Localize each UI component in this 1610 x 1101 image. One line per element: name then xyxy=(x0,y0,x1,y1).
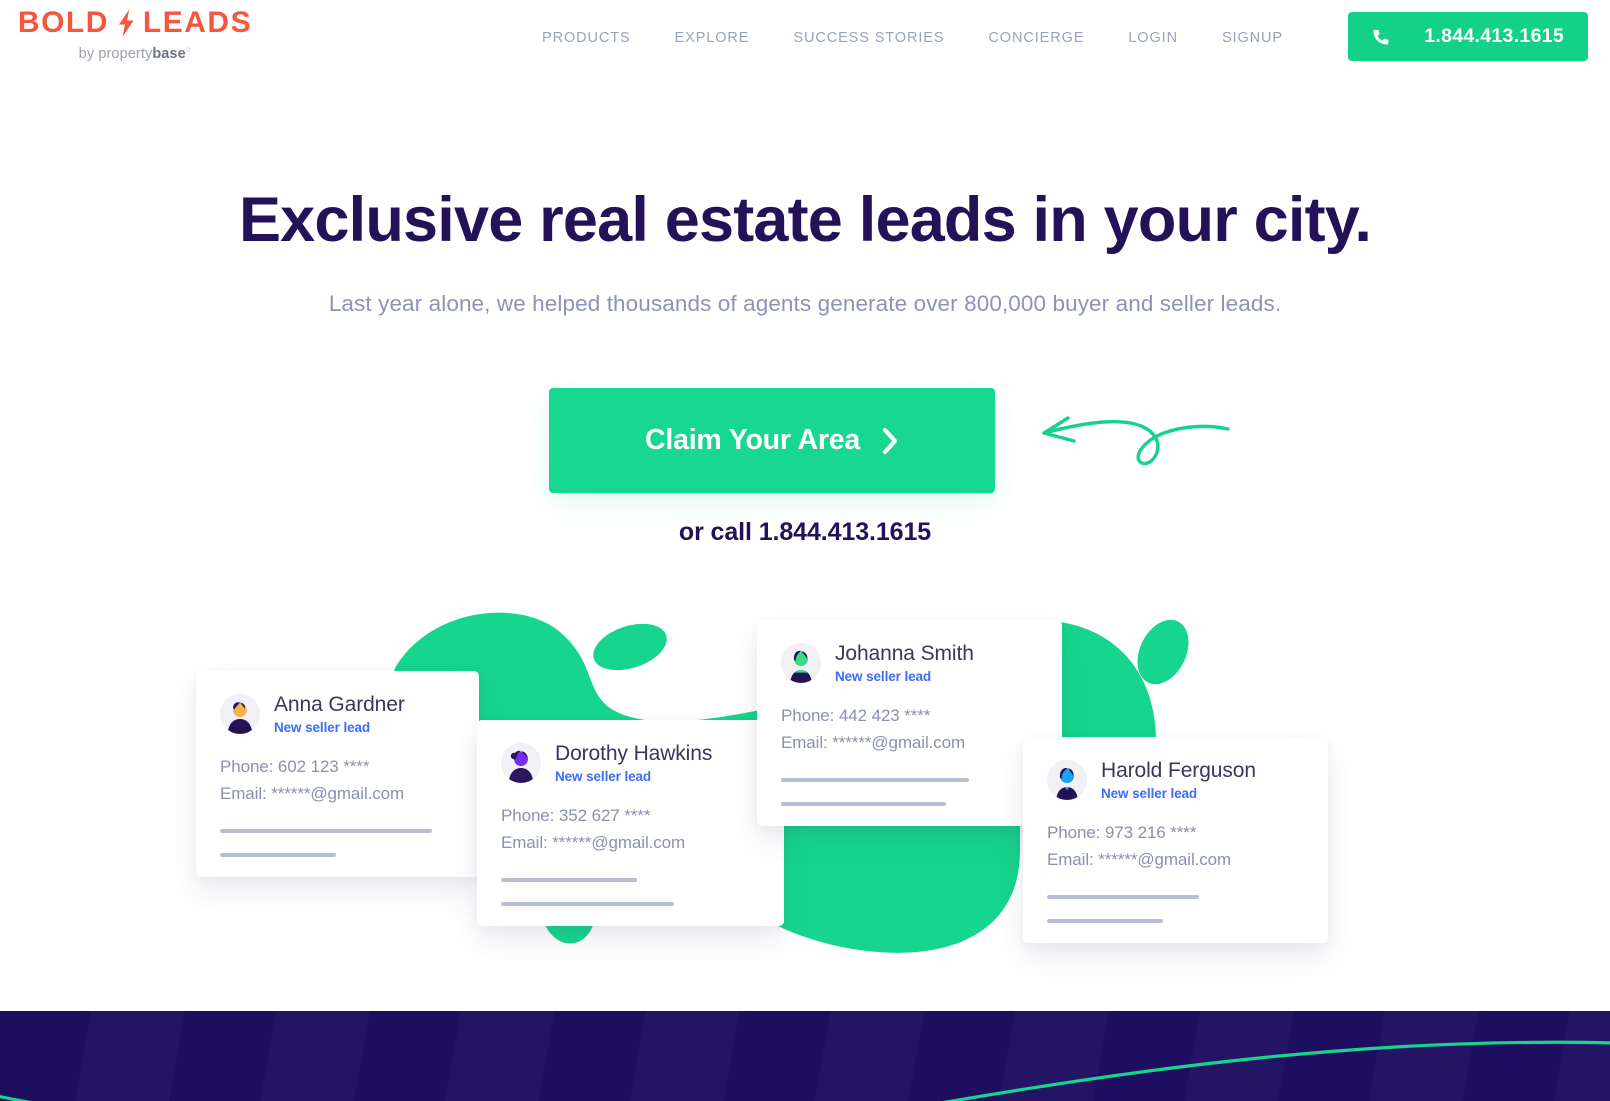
nav-item-explore[interactable]: EXPLORE xyxy=(653,26,772,50)
lead-card-body: Phone: 352 627 **** Email: ******@gmail.… xyxy=(501,806,760,853)
header-phone-number: 1.844.413.1615 xyxy=(1424,25,1564,47)
logo-tagline-bold: base xyxy=(152,45,186,62)
avatar-dorothy-icon xyxy=(501,743,541,784)
lead-card-body: Phone: 602 123 **** Email: ******@gmail.… xyxy=(220,757,455,804)
lead-card-placeholder-bars xyxy=(1047,895,1304,924)
nav-item-concierge[interactable]: CONCIERGE xyxy=(966,26,1106,50)
cta-label: Claim Your Area xyxy=(644,424,861,456)
placeholder-bar xyxy=(501,878,637,883)
curved-arrow-icon xyxy=(1030,385,1230,490)
lead-card-header: Johanna Smith New seller lead xyxy=(781,642,1038,684)
lead-card-header: Dorothy Hawkins New seller lead xyxy=(501,742,760,784)
lead-card-placeholder-bars xyxy=(501,878,760,907)
avatar-johanna-icon xyxy=(781,643,821,684)
lead-email: Email: ******@gmail.com xyxy=(781,733,966,753)
header-phone-button[interactable]: 1.844.413.1615 xyxy=(1348,12,1588,61)
lead-phone: Phone: 442 423 **** xyxy=(781,706,931,726)
or-call-prefix: or call xyxy=(678,518,759,546)
or-call-line: or call 1.844.413.1615 xyxy=(0,518,1610,547)
lead-card-identity: Harold Ferguson New seller lead xyxy=(1101,759,1256,801)
lead-card[interactable]: Anna Gardner New seller lead Phone: 602 … xyxy=(196,671,479,878)
lead-status-badge: New seller lead xyxy=(274,720,371,736)
placeholder-bar xyxy=(220,829,432,834)
main-navigation: PRODUCTS EXPLORE SUCCESS STORIES CONCIER… xyxy=(520,26,1305,50)
lead-status-badge: New seller lead xyxy=(1101,786,1198,802)
landing-page: BOLD LEADS by propertybase○ PRODUCTS EXP… xyxy=(0,0,1610,1101)
lead-name: Anna Gardner xyxy=(274,693,405,716)
lightning-bolt-icon xyxy=(117,9,135,37)
chevron-right-icon xyxy=(882,427,899,454)
lead-card[interactable]: Harold Ferguson New seller lead Phone: 9… xyxy=(1023,737,1328,944)
lead-card[interactable]: Johanna Smith New seller lead Phone: 442… xyxy=(757,620,1062,827)
site-header: BOLD LEADS by propertybase○ PRODUCTS EXP… xyxy=(0,0,1610,76)
placeholder-bar xyxy=(781,802,946,807)
lead-card[interactable]: Dorothy Hawkins New seller lead Phone: 3… xyxy=(477,720,784,927)
logo-registered-icon: ○ xyxy=(185,44,192,54)
lead-phone: Phone: 602 123 **** xyxy=(220,757,370,777)
avatar-harold-icon xyxy=(1047,760,1087,801)
footer-stripes xyxy=(0,1011,1610,1101)
logo-word-leads: LEADS xyxy=(142,6,253,39)
placeholder-bar xyxy=(1047,895,1199,900)
lead-name: Harold Ferguson xyxy=(1101,759,1256,782)
lead-email: Email: ******@gmail.com xyxy=(1047,850,1232,870)
footer-band xyxy=(0,1011,1610,1101)
lead-card-body: Phone: 973 216 **** Email: ******@gmail.… xyxy=(1047,823,1304,870)
brand-logo[interactable]: BOLD LEADS by propertybase○ xyxy=(10,8,260,62)
or-call-number[interactable]: 1.844.413.1615 xyxy=(759,518,931,546)
nav-item-success-stories[interactable]: SUCCESS STORIES xyxy=(771,26,966,50)
lead-card-identity: Dorothy Hawkins New seller lead xyxy=(555,742,712,784)
lead-status-badge: New seller lead xyxy=(555,769,652,785)
lead-card-placeholder-bars xyxy=(781,778,1038,807)
lead-phone: Phone: 352 627 **** xyxy=(501,806,651,826)
nav-item-products[interactable]: PRODUCTS xyxy=(520,26,653,50)
logo-tagline: by propertybase○ xyxy=(78,44,192,62)
lead-email: Email: ******@gmail.com xyxy=(501,833,686,853)
lead-card-placeholder-bars xyxy=(220,829,455,858)
logo-word-bold: BOLD xyxy=(17,6,109,39)
placeholder-bar xyxy=(501,902,674,907)
lead-card-header: Harold Ferguson New seller lead xyxy=(1047,759,1304,801)
page-subtitle: Last year alone, we helped thousands of … xyxy=(328,291,1282,316)
lead-status-badge: New seller lead xyxy=(835,669,932,685)
claim-your-area-button[interactable]: Claim Your Area xyxy=(549,388,995,493)
placeholder-bar xyxy=(220,853,336,858)
lead-email: Email: ******@gmail.com xyxy=(220,784,405,804)
lead-card-identity: Johanna Smith New seller lead xyxy=(835,642,974,684)
lead-phone: Phone: 973 216 **** xyxy=(1047,823,1197,843)
lead-name: Dorothy Hawkins xyxy=(555,742,713,765)
avatar-anna-icon xyxy=(220,694,260,735)
nav-item-login[interactable]: LOGIN xyxy=(1106,26,1200,50)
logo-wordmark: BOLD LEADS xyxy=(10,8,260,38)
nav-item-signup[interactable]: SIGNUP xyxy=(1200,26,1305,50)
page-title: Exclusive real estate leads in your city… xyxy=(238,185,1372,255)
logo-tagline-prefix: by property xyxy=(78,45,153,62)
placeholder-bar xyxy=(781,778,969,783)
lead-name: Johanna Smith xyxy=(835,642,974,665)
lead-card-identity: Anna Gardner New seller lead xyxy=(274,693,405,735)
placeholder-bar xyxy=(1047,919,1163,924)
lead-card-body: Phone: 442 423 **** Email: ******@gmail.… xyxy=(781,706,1038,753)
phone-icon xyxy=(1372,28,1390,46)
lead-card-header: Anna Gardner New seller lead xyxy=(220,693,455,735)
